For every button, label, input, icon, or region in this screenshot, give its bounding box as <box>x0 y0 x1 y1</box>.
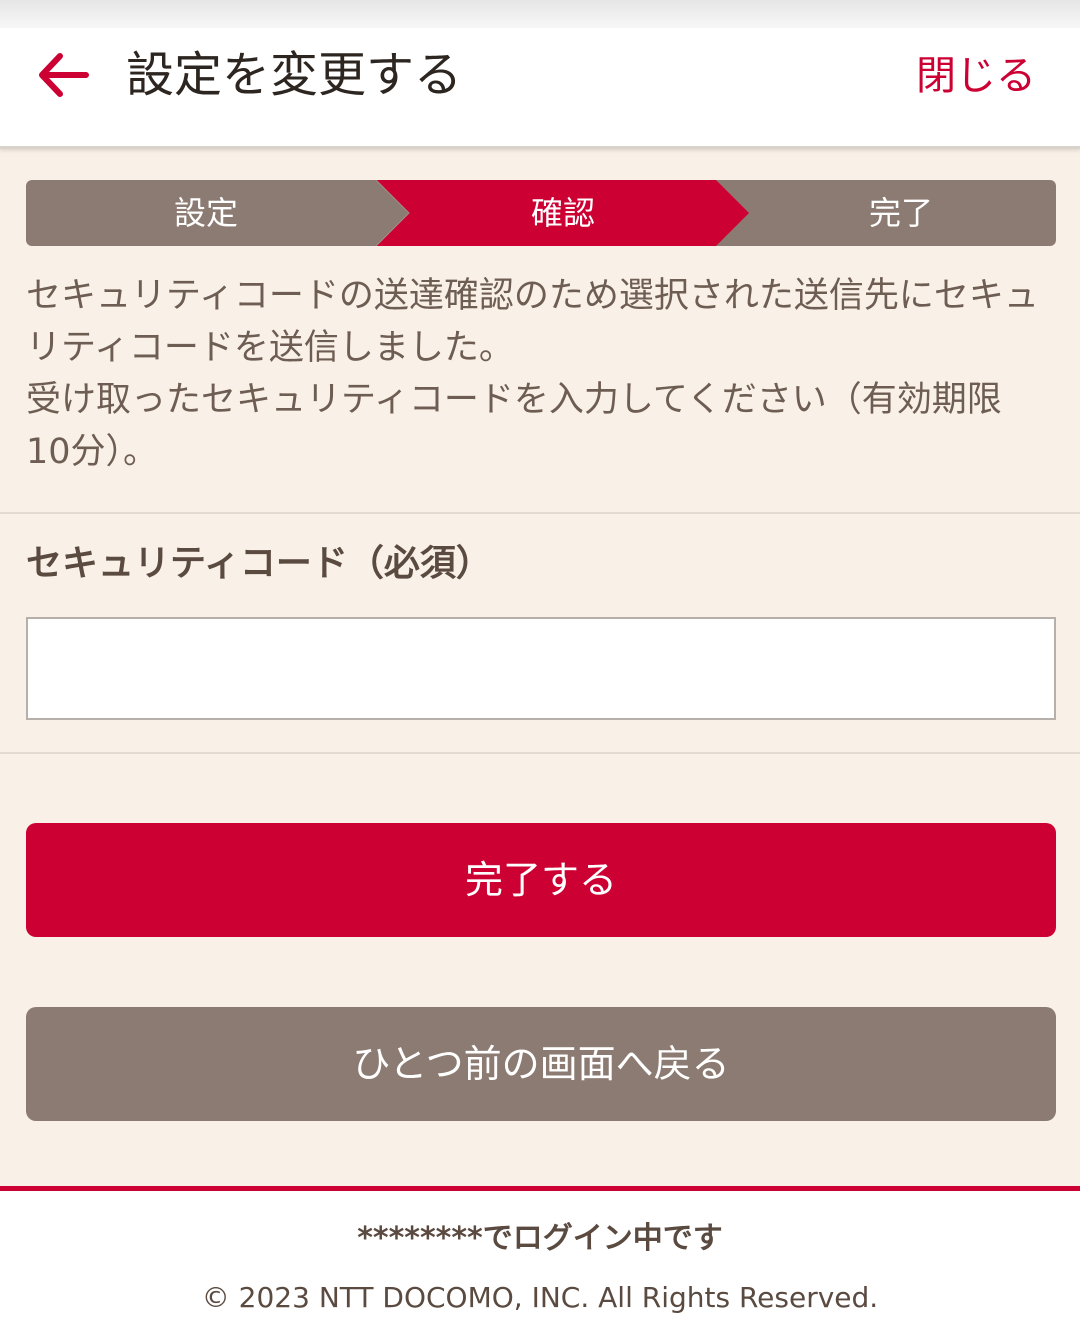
top-strip <box>0 0 1080 28</box>
divider <box>0 752 1080 754</box>
instruction-line-1: セキュリティコードの送達確認のため選択された送信先にセキュリティコードを送信しま… <box>26 276 1039 368</box>
step-confirm: 確認 <box>530 194 595 232</box>
back-button[interactable] <box>36 50 90 100</box>
complete-button[interactable]: 完了する <box>26 823 1056 937</box>
copyright-text: © 2023 NTT DOCOMO, INC. All Rights Reser… <box>201 1281 879 1314</box>
step-settings: 設定 <box>173 194 238 232</box>
step-complete: 完了 <box>868 194 933 232</box>
footer: ********でログイン中です © 2023 NTT DOCOMO, INC.… <box>0 1186 1080 1331</box>
instruction-line-2: 受け取ったセキュリティコードを入力してください（有効期限 10分）。 <box>26 380 1002 472</box>
page-title: 設定を変更する <box>126 47 463 103</box>
security-code-label: セキュリティコード（必須） <box>26 543 492 584</box>
close-link[interactable]: 閉じる <box>916 48 1036 104</box>
app-header: 設定を変更する 閉じる <box>0 28 1080 149</box>
divider <box>0 512 1080 514</box>
arrow-left-icon <box>39 53 89 97</box>
back-to-previous-button[interactable]: ひとつ前の画面へ戻る <box>26 1007 1056 1121</box>
login-status: ********でログイン中です <box>357 1221 723 1256</box>
instruction-text: セキュリティコードの送達確認のため選択された送信先にセキュリティコードを送信しま… <box>26 270 1056 478</box>
security-code-input[interactable] <box>26 617 1056 720</box>
step-indicator: 設定 確認 完了 <box>26 180 1056 246</box>
